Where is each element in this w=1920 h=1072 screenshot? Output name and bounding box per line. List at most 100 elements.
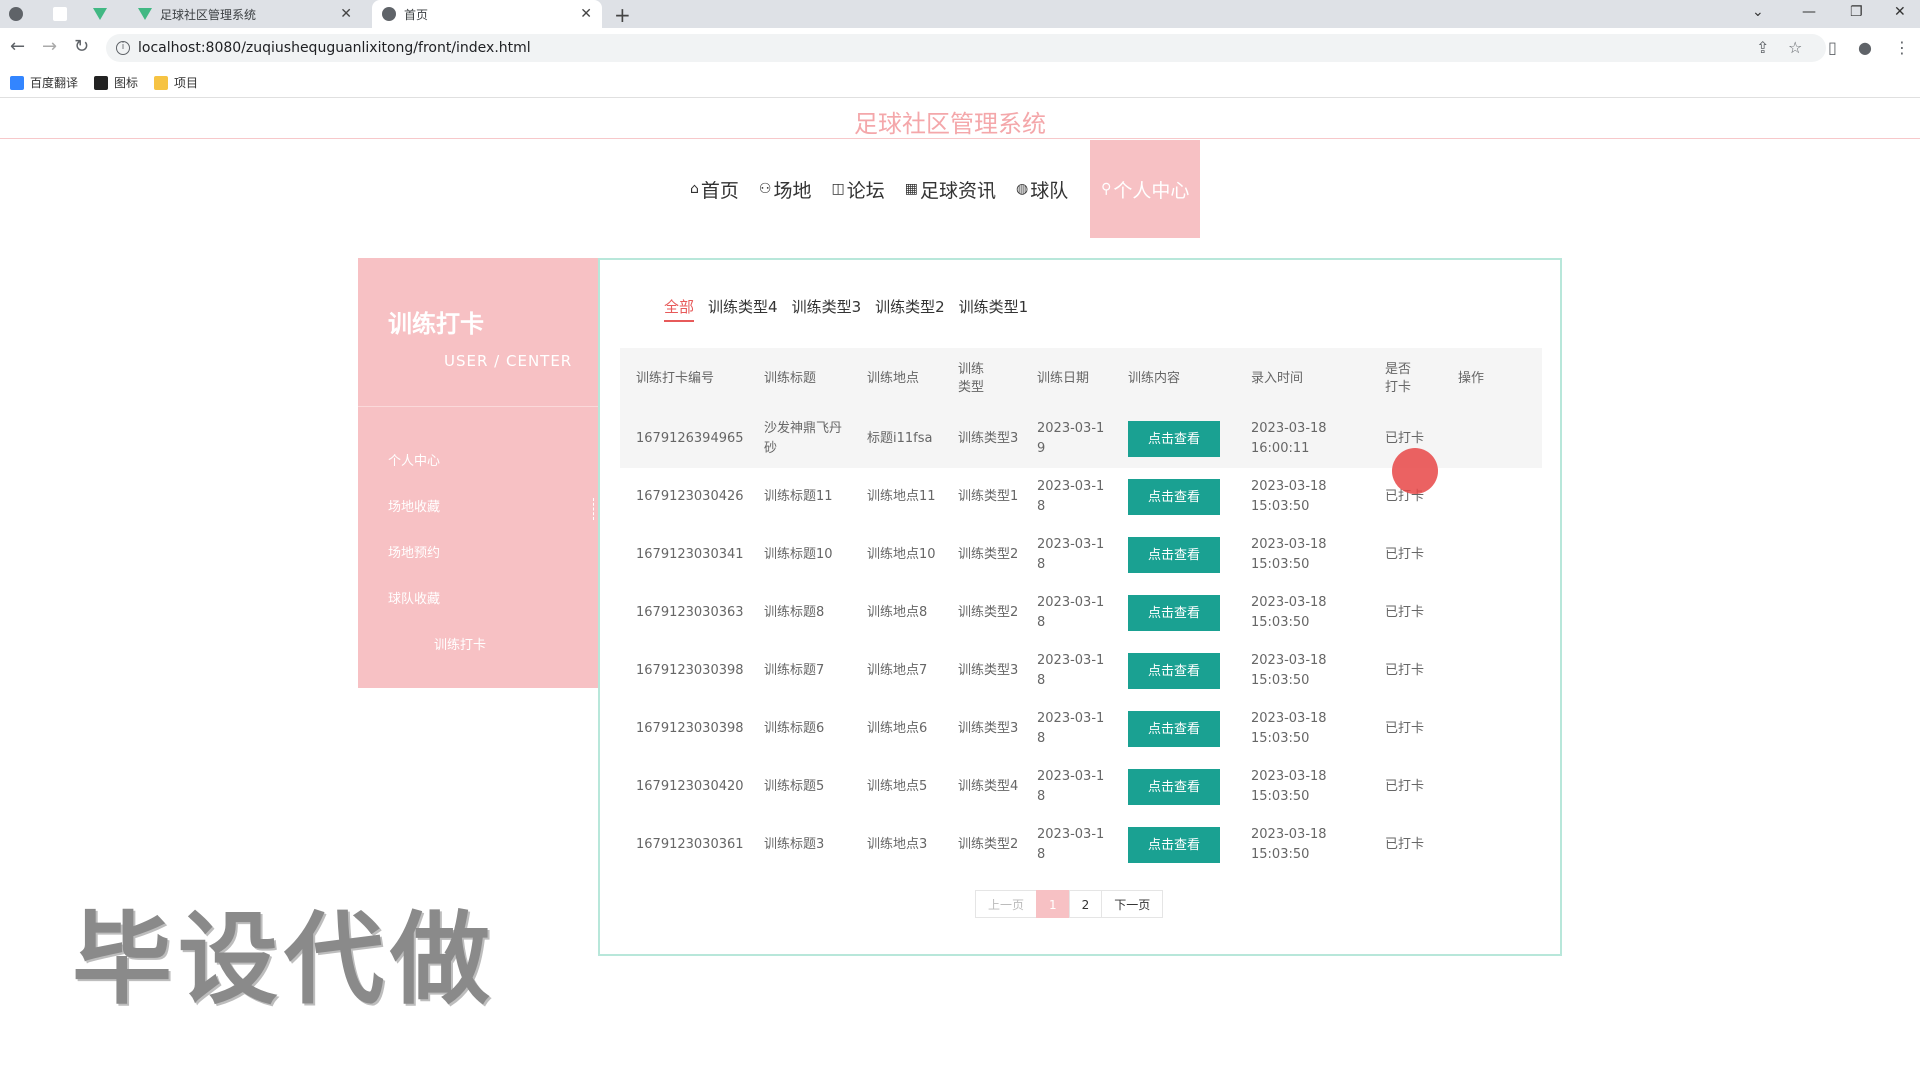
content-panel: 全部 训练类型4 训练类型3 训练类型2 训练类型1 训练打卡编号 训练标题 训…	[598, 258, 1562, 956]
cell-title: 训练标题8	[764, 605, 825, 620]
nav-venue[interactable]: ⚇ 场地	[759, 176, 812, 203]
pagination: 上一页 1 2 下一页	[975, 890, 1164, 918]
view-details-button[interactable]: 点击查看	[1128, 421, 1220, 457]
minimize-icon[interactable]: —	[1802, 4, 1816, 20]
table-row: 1679123030341 训练标题10 训练地点10 训练类型2 2023-03-18…	[620, 526, 1542, 584]
nav-news[interactable]: ▦ 足球资讯	[905, 176, 996, 203]
filter-type-4[interactable]: 训练类型4	[708, 296, 778, 322]
view-details-button[interactable]: 点击查看	[1128, 537, 1220, 573]
resize-handle[interactable]	[593, 498, 596, 520]
star-icon[interactable]: ☆	[1788, 38, 1802, 57]
view-details-button[interactable]: 点击查看	[1128, 769, 1220, 805]
filter-type-1[interactable]: 训练类型1	[959, 296, 1029, 322]
tab-admin[interactable]: 足球社区管理系统 ✕	[130, 0, 362, 28]
view-details-button[interactable]: 点击查看	[1128, 595, 1220, 631]
cell-actions	[1442, 410, 1542, 468]
page-button-1[interactable]: 1	[1036, 890, 1070, 918]
filter-all[interactable]: 全部	[664, 296, 695, 322]
side-panel-icon[interactable]: ▯	[1828, 38, 1837, 57]
page: 足球社区管理系统 ⌂ 首页 ⚇ 场地 ◫ 论坛 ▦ 足球资讯 ◍ 球队 ⚲ 个人中心 训练打…	[0, 98, 1920, 1072]
cell-content: 点击查看	[1112, 758, 1235, 816]
window-close-icon[interactable]: ✕	[1894, 4, 1906, 20]
cell-content: 点击查看	[1112, 526, 1235, 584]
sidebar-item-venue-favorites[interactable]: 场地收藏	[388, 496, 440, 515]
bookmark-projects[interactable]: 项目	[154, 74, 198, 91]
cell-actions	[1442, 758, 1542, 816]
sidebar-item-user-center[interactable]: 个人中心	[388, 450, 440, 469]
tab-pinned-2[interactable]	[44, 0, 84, 28]
cell-place: 训练地点10	[867, 547, 936, 562]
column-header: 训练类型	[958, 362, 985, 395]
cell-id: 1679123030426	[636, 489, 744, 504]
tab-pinned-3[interactable]	[84, 0, 124, 28]
cell-id: 1679123030341	[636, 547, 744, 562]
column-header: 是否打卡	[1385, 362, 1412, 395]
cell-status: 已打卡	[1385, 547, 1425, 562]
close-icon[interactable]: ✕	[340, 6, 352, 22]
view-details-button[interactable]: 点击查看	[1128, 479, 1220, 515]
cell-id: 1679123030361	[636, 837, 744, 852]
tab-pinned-1[interactable]	[0, 0, 40, 28]
cell-status: 已打卡	[1385, 605, 1425, 620]
new-tab-icon[interactable]: +	[614, 3, 631, 27]
nav-forum[interactable]: ◫ 论坛	[831, 176, 884, 203]
column-header: 训练日期	[1037, 371, 1090, 386]
divider	[0, 138, 1920, 139]
cell-status: 已打卡	[1385, 779, 1425, 794]
tab-home[interactable]: 首页 ✕	[372, 0, 602, 28]
info-icon[interactable]: i	[116, 41, 130, 55]
cell-place: 训练地点11	[867, 489, 936, 504]
bookmarks-bar: 百度翻译 图标 项目	[0, 68, 1920, 98]
sidebar-item-training-checkin[interactable]: 训练打卡	[434, 634, 486, 653]
view-details-button[interactable]: 点击查看	[1128, 827, 1220, 863]
tab-title: 足球社区管理系统	[160, 7, 257, 22]
url-field[interactable]: i localhost:8080/zuqiushequguanlixitong/…	[106, 34, 1826, 62]
cell-actions	[1442, 816, 1542, 874]
cell-date: 2023-03-18	[1037, 653, 1105, 688]
cell-time: 2023-03-18 15:03:50	[1251, 827, 1327, 862]
nav-team[interactable]: ◍ 球队	[1016, 176, 1068, 203]
filter-type-3[interactable]: 训练类型3	[792, 296, 862, 322]
cell-time: 2023-03-18 15:03:50	[1251, 537, 1327, 572]
cell-status: 已打卡	[1385, 663, 1425, 678]
cell-time: 2023-03-18 15:03:50	[1251, 711, 1327, 746]
share-icon[interactable]: ⇪	[1756, 38, 1769, 57]
sidebar-item-team-favorites[interactable]: 球队收藏	[388, 588, 440, 607]
nav-home[interactable]: ⌂ 首页	[690, 176, 739, 203]
tab-title: 首页	[404, 7, 429, 22]
cell-title: 训练标题7	[764, 663, 825, 678]
close-icon[interactable]: ✕	[580, 6, 592, 22]
filter-type-2[interactable]: 训练类型2	[875, 296, 945, 322]
nav-user-center[interactable]: ⚲ 个人中心	[1090, 140, 1201, 238]
column-header: 录入时间	[1251, 371, 1304, 386]
cell-status: 已打卡	[1385, 489, 1425, 504]
folder-icon	[154, 75, 169, 90]
back-icon[interactable]: ←	[10, 36, 25, 57]
sidebar-item-venue-booking[interactable]: 场地预约	[388, 542, 440, 561]
cell-date: 2023-03-19	[1037, 421, 1105, 456]
next-page-button[interactable]: 下一页	[1101, 890, 1164, 918]
prev-page-button[interactable]: 上一页	[975, 890, 1038, 918]
news-icon: ▦	[904, 181, 918, 197]
table-row: 1679123030426 训练标题11 训练地点11 训练类型1 2023-03-18…	[620, 468, 1542, 526]
cell-place: 训练地点8	[867, 605, 928, 620]
bookmark-icons[interactable]: 图标	[94, 74, 138, 91]
venue-icon: ⚇	[758, 181, 772, 197]
menu-icon[interactable]: ⋮	[1894, 38, 1910, 57]
restore-icon[interactable]: ❐	[1850, 4, 1863, 20]
table-row: 1679123030398 训练标题6 训练地点6 训练类型3 2023-03-18 点击…	[620, 700, 1542, 758]
table-row: 1679126394965 沙发神鼎飞丹砂 标题i11fsa 训练类型3 2023-03…	[620, 410, 1542, 468]
view-details-button[interactable]: 点击查看	[1128, 711, 1220, 747]
cell-id: 1679126394965	[636, 431, 744, 446]
cell-type: 训练类型4	[958, 779, 1019, 794]
cell-time: 2023-03-18 15:03:50	[1251, 479, 1327, 514]
view-details-button[interactable]: 点击查看	[1128, 653, 1220, 689]
bookmark-translate[interactable]: 百度翻译	[10, 74, 78, 91]
chevron-down-icon[interactable]: ⌄	[1752, 4, 1764, 20]
cell-status: 已打卡	[1385, 431, 1425, 446]
forward-icon[interactable]: →	[42, 36, 57, 57]
cell-actions	[1442, 642, 1542, 700]
reload-icon[interactable]: ↻	[74, 36, 89, 57]
profile-icon[interactable]: ●	[1858, 38, 1872, 57]
page-button-2[interactable]: 2	[1068, 890, 1103, 918]
